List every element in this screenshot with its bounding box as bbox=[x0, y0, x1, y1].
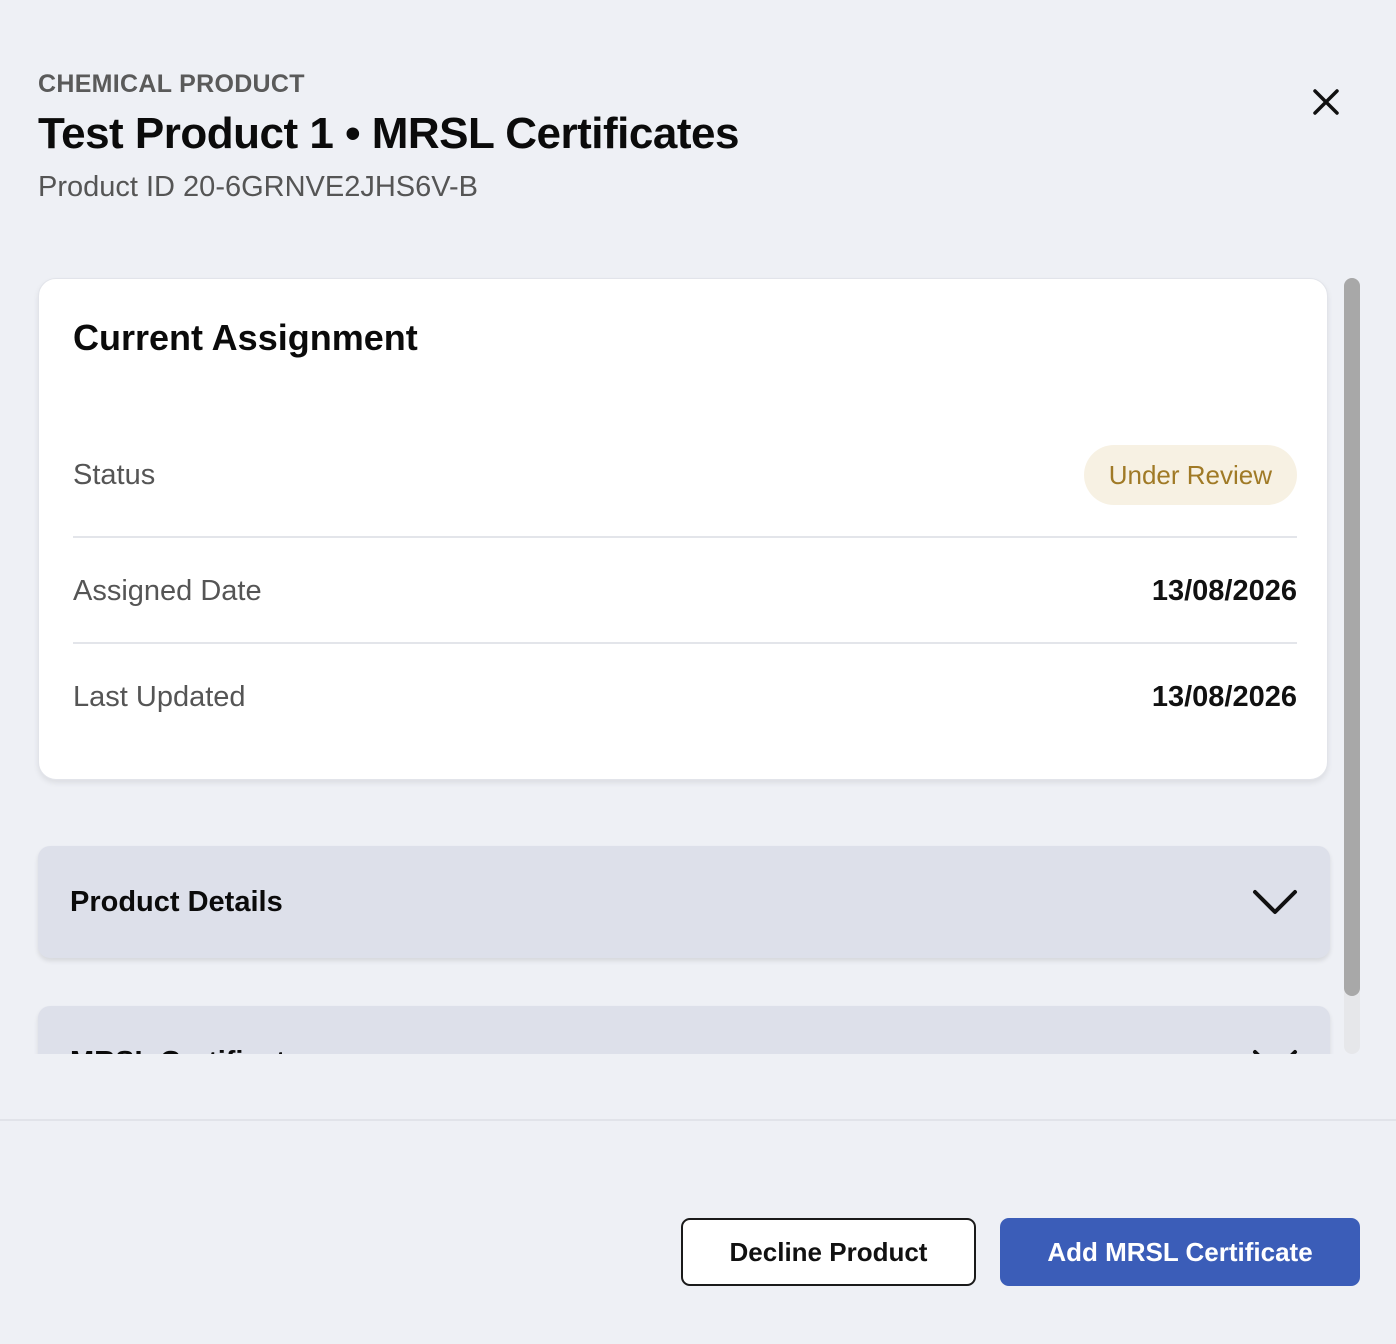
current-assignment-card: Current Assignment Status Under Review A… bbox=[38, 278, 1328, 780]
card-title: Current Assignment bbox=[73, 317, 418, 358]
chevron-down-icon bbox=[1253, 1050, 1297, 1054]
assigned-date-value: 13/08/2026 bbox=[1151, 574, 1297, 607]
last-updated-label: Last Updated bbox=[73, 680, 246, 713]
assigned-date-row: Assigned Date 13/08/2026 bbox=[73, 569, 1297, 613]
product-id: Product ID 20-6GRNVE2JHS6V-B bbox=[38, 171, 479, 203]
add-mrsl-certificate-button[interactable]: Add MRSL Certificate bbox=[1000, 1218, 1360, 1286]
status-row: Status Under Review bbox=[73, 445, 1297, 505]
mrsl-certificates-accordion[interactable]: MRSL Certificates bbox=[38, 1006, 1330, 1054]
scrollbar[interactable] bbox=[1344, 278, 1360, 1054]
status-label: Status bbox=[73, 458, 156, 491]
close-button[interactable] bbox=[1304, 80, 1348, 124]
assigned-date-label: Assigned Date bbox=[73, 574, 262, 607]
decline-product-button[interactable]: Decline Product bbox=[681, 1218, 976, 1286]
page-title: Test Product 1 • MRSL Certificates bbox=[38, 109, 739, 158]
modal-header: CHEMICAL PRODUCT Test Product 1 • MRSL C… bbox=[38, 70, 1278, 204]
status-badge: Under Review bbox=[1083, 445, 1297, 505]
last-updated-row: Last Updated 13/08/2026 bbox=[73, 675, 1297, 719]
modal-scroll-area[interactable]: Current Assignment Status Under Review A… bbox=[0, 276, 1396, 1054]
product-details-accordion[interactable]: Product Details bbox=[38, 846, 1330, 958]
last-updated-value: 13/08/2026 bbox=[1151, 680, 1297, 713]
product-type-label: CHEMICAL PRODUCT bbox=[38, 70, 305, 98]
divider bbox=[73, 642, 1297, 644]
accordion-label: MRSL Certificates bbox=[70, 1046, 318, 1055]
divider bbox=[73, 536, 1297, 538]
chevron-down-icon bbox=[1253, 890, 1297, 914]
close-icon bbox=[1313, 89, 1339, 115]
scrollbar-thumb[interactable] bbox=[1344, 278, 1360, 996]
accordion-label: Product Details bbox=[70, 885, 283, 918]
footer-divider bbox=[0, 1119, 1396, 1121]
